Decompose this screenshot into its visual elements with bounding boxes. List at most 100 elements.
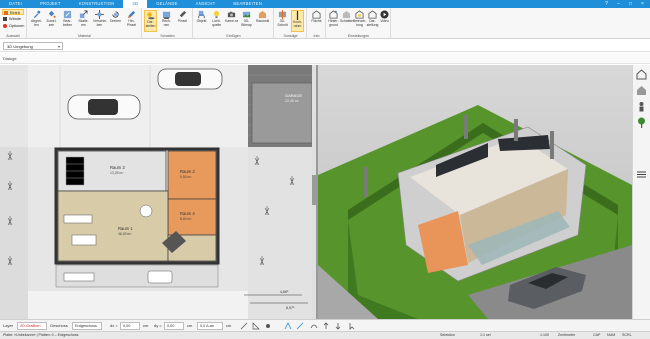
material-pick-button[interactable]: Abgrei-fen [30, 10, 43, 28]
shadow-settings-button[interactable]: Schatten [340, 10, 353, 24]
house-background-icon [329, 10, 338, 19]
status-num: NUM [607, 333, 616, 337]
edit-material-icon [63, 10, 72, 19]
help-icon[interactable]: ? [603, 1, 610, 7]
arrow-down-icon[interactable] [334, 322, 342, 330]
material-move-label: Verschie-ben [93, 19, 108, 27]
insert-object-button[interactable]: Objekt [195, 10, 208, 24]
group-schatten: Dar-stellen Rech-nen Pinsel Schatten [143, 8, 193, 39]
3d-section-button[interactable]: 3D-Schnitt [276, 10, 289, 28]
bottom-toolbar: Layer 2D-Grafiken Geschoss Erdgeschoss d… [0, 319, 650, 331]
insert-light-button[interactable]: Licht-quelle [210, 10, 223, 28]
shadow-brush-icon [179, 10, 187, 18]
scale-icon [79, 10, 88, 19]
close-icon[interactable]: × [639, 1, 646, 7]
room-3-area: 13,28 m² [110, 171, 124, 175]
options-button[interactable]: Optionen [2, 23, 24, 29]
garage-label: GARAGE [285, 93, 302, 98]
minimize-icon[interactable]: – [615, 1, 622, 7]
snap-angle-icon[interactable] [252, 322, 260, 330]
room-3-name: Raum 3 [110, 165, 125, 170]
display-icon [368, 10, 377, 19]
3d-view[interactable] [318, 65, 632, 319]
floor-label: Geschoss [50, 323, 68, 328]
area-label: Fläche [311, 19, 322, 23]
material-move-button[interactable]: Verschie-ben [93, 10, 108, 28]
shadow-settings-icon [342, 10, 351, 19]
right-tool-panel [632, 65, 650, 319]
house-view-icon[interactable] [636, 69, 647, 80]
shadow-show-label: Dar-stellen [145, 20, 156, 28]
background-button[interactable]: Hinter-grund [327, 10, 340, 28]
paint-bucket-icon [48, 10, 56, 18]
status-selection-count: 1:1 sel [480, 333, 491, 337]
layer-select[interactable]: 2D-Grafiken [17, 322, 47, 330]
tab-datei[interactable]: DATEI [0, 0, 31, 8]
view-mode-value: 3D Umgebung [7, 44, 33, 49]
car-icon [157, 68, 223, 90]
group-label-sonstige: Sonstige [283, 34, 298, 38]
status-plate-info: Platte: «Unbekannt» | Platten: 0 – Erdge… [3, 333, 79, 337]
snap-grid-icon[interactable] [240, 322, 248, 330]
tab-ansicht[interactable]: ANSICHT [187, 0, 225, 8]
material-assign-button[interactable]: Zuwei-sen [45, 10, 58, 28]
material-rotate-button[interactable]: Drehen [109, 10, 122, 24]
room-2-name: Raum 2 [180, 169, 195, 174]
lighting-button[interactable]: Beleuch-tung [353, 10, 366, 28]
layer-label: Layer [3, 323, 14, 328]
snap-point-icon[interactable] [264, 322, 272, 330]
dy-input[interactable]: 0,00 [164, 322, 184, 330]
dy-unit: cm [187, 323, 193, 328]
menu-icon[interactable] [636, 169, 647, 180]
shadow-brush-button[interactable]: Pinsel [176, 10, 189, 24]
person-icon[interactable] [636, 101, 647, 112]
floor-select[interactable]: Erdgeschoss [72, 322, 102, 330]
tab-konstruktion[interactable]: KONSTRUKTION [70, 0, 124, 8]
cursor-arrow-icon[interactable] [348, 322, 356, 330]
cursor-icon [4, 11, 8, 15]
group-label-auswahl: Auswahl [6, 34, 20, 38]
arrow-up-icon[interactable] [322, 322, 330, 330]
floor-plan-view[interactable]: GARAGE 22,45 m² Raum 3 13,28 m² Raum 2 9… [0, 65, 316, 319]
dx-input[interactable]: 0,00 [120, 322, 140, 330]
dz-input[interactable]: 0,0 Δ ab [197, 322, 223, 330]
status-unit: Zentimeter [558, 333, 576, 337]
material-brush-button[interactable]: Hin-Pinsel [125, 10, 138, 28]
cook-frame-button[interactable]: Koch-rahm [291, 10, 304, 32]
select-entry-button[interactable]: Eintrit [2, 9, 24, 15]
material-edit-button[interactable]: Bear-beiten [61, 10, 74, 28]
curve-tool-icon[interactable] [310, 322, 318, 330]
dialog-panel-header[interactable]: Dialoge [0, 53, 650, 64]
measure-icon[interactable] [284, 322, 292, 330]
video-button[interactable]: Video [378, 10, 391, 24]
move-arrows-icon [95, 10, 104, 19]
shadow-compute-button[interactable]: Rech-nen [160, 10, 173, 28]
room-4-area: 8,84 m² [180, 217, 192, 221]
garage-area: 22,45 m² [285, 99, 300, 103]
material-scale-button[interactable]: Skalie-ren [77, 10, 90, 28]
status-bar: Platte: «Unbekannt» | Platten: 0 – Erdge… [0, 331, 650, 339]
floor-plan-canvas: GARAGE 22,45 m² Raum 3 13,28 m² Raum 2 9… [0, 65, 316, 319]
tab-gelaende[interactable]: GELÄNDE [147, 0, 186, 8]
insert-object-label: Objekt [196, 19, 207, 23]
insert-3d-bitmap-button[interactable]: 3D-Bitmap [240, 10, 253, 28]
room-style-icon [258, 10, 267, 19]
tab-3d[interactable]: 3D [123, 0, 148, 8]
area-button[interactable]: Fläche [310, 10, 323, 24]
material-scale-label: Skalie-ren [78, 19, 89, 27]
eyedropper-icon [33, 10, 41, 19]
room-style-button[interactable]: Raumstil [256, 10, 269, 24]
tree-icon[interactable] [636, 117, 647, 128]
maximize-icon[interactable]: □ [627, 1, 634, 7]
tab-bearbeiten[interactable]: BEARBEITEN [224, 0, 271, 8]
camera-icon [227, 11, 236, 18]
view-mode-select[interactable]: 3D Umgebung ▾ [3, 42, 63, 50]
tab-projekt[interactable]: PROJEKT [31, 0, 70, 8]
3d-house-icon[interactable] [636, 85, 647, 96]
wall-select-icon [3, 17, 7, 21]
line-tool-icon[interactable] [296, 322, 304, 330]
group-auswahl: Eintrit Wände Optionen Auswahl [0, 8, 27, 39]
select-walls-button[interactable]: Wände [2, 16, 24, 22]
insert-camera-button[interactable]: Kame-ra [225, 10, 238, 24]
shadow-show-button[interactable]: Dar-stellen [144, 10, 157, 32]
